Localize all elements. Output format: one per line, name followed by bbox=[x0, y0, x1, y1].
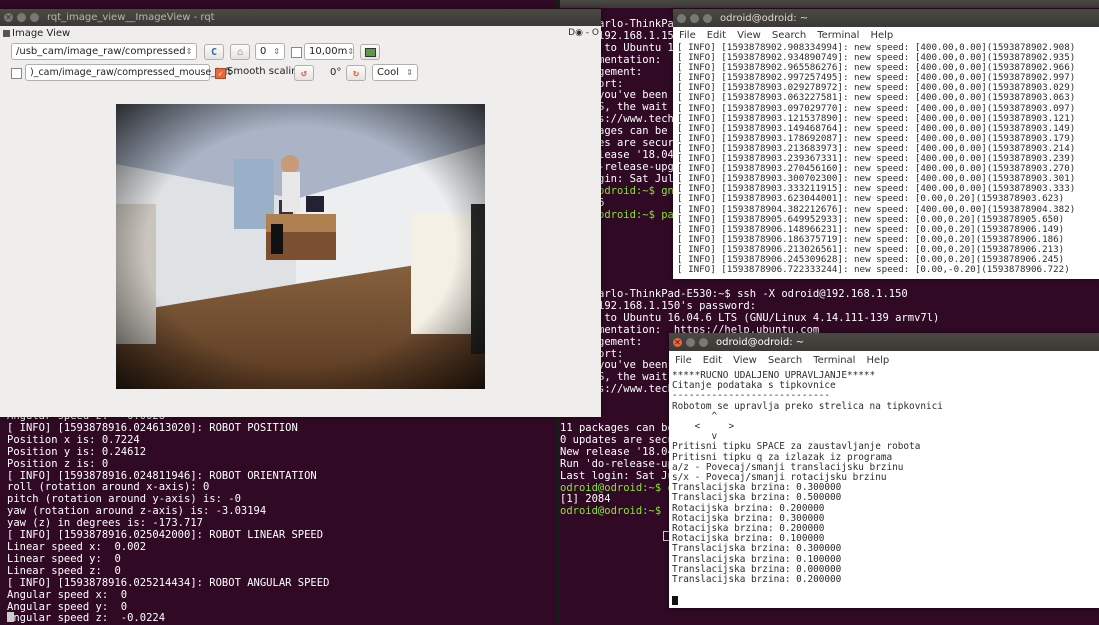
terminal-line: Linear speed y: 0 bbox=[7, 552, 121, 565]
menu-file[interactable]: File bbox=[679, 30, 696, 41]
close-icon[interactable]: ✕ bbox=[4, 13, 13, 22]
image-icon bbox=[364, 47, 376, 57]
panel-grip-icon bbox=[3, 29, 10, 37]
rqt-titlebar[interactable]: ✕ rqt_image_view__ImageView - rqt bbox=[0, 9, 601, 26]
colormap-select[interactable]: Cool ⇕ bbox=[372, 64, 418, 81]
menu-search[interactable]: Search bbox=[772, 30, 806, 41]
number-spinbox[interactable]: 0 ⇕ bbox=[255, 43, 285, 60]
spinner-arrows-icon: ⇕ bbox=[273, 47, 280, 56]
mouse-topic-input[interactable]: )_cam/image_raw/compressed_mouse_left bbox=[25, 64, 231, 81]
maximize-icon[interactable] bbox=[703, 13, 712, 23]
terminal-line: [ INFO] [1593878903.623044001]: new spee… bbox=[677, 193, 1065, 205]
fit-image-button[interactable] bbox=[360, 44, 380, 60]
terminal-line: odroid:~$ gn bbox=[598, 184, 674, 197]
minimize-icon[interactable] bbox=[17, 13, 26, 22]
odroid-top-menubar: File Edit View Search Terminal Help bbox=[673, 27, 1099, 43]
odroid-top-titlebar[interactable]: odroid@odroid: ~ bbox=[673, 9, 1099, 27]
terminal-cursor bbox=[672, 596, 678, 605]
menu-view[interactable]: View bbox=[737, 30, 761, 41]
camera-image[interactable] bbox=[116, 104, 485, 389]
odroid-terminal-top[interactable]: odroid@odroid: ~ File Edit View Search T… bbox=[673, 9, 1099, 279]
terminal-line: mentation: bbox=[598, 53, 662, 66]
panel-controls[interactable]: D◉ - O bbox=[568, 28, 599, 38]
terminal-line: -release-upg bbox=[598, 160, 674, 173]
odroid-bottom-output: *****RUCNO UDALJENO UPRAVLJANJE***** Cita… bbox=[672, 370, 943, 586]
menu-help[interactable]: Help bbox=[866, 355, 889, 366]
terminal-line: 6 bbox=[598, 196, 605, 209]
rqt-window-title: rqt_image_view__ImageView - rqt bbox=[47, 12, 215, 23]
menu-search[interactable]: Search bbox=[768, 355, 802, 366]
menu-help[interactable]: Help bbox=[870, 30, 893, 41]
menu-terminal[interactable]: Terminal bbox=[817, 30, 859, 41]
camera-image-scene bbox=[116, 104, 485, 389]
topic-select[interactable]: /usb_cam/image_raw/compressed ⇕ bbox=[11, 43, 197, 60]
menu-file[interactable]: File bbox=[675, 355, 692, 366]
mouse-publish-checkbox[interactable] bbox=[11, 68, 22, 79]
terminal-line: Position x is: 0.7224 bbox=[7, 433, 140, 446]
terminal-line: Angular speed x: 0 bbox=[7, 588, 128, 601]
terminal-line: gin: Sat Jul bbox=[598, 172, 674, 185]
toolbar-row-1: /usb_cam/image_raw/compressed ⇕ C ⌂ 0 ⇕ … bbox=[11, 43, 591, 61]
maximize-icon[interactable] bbox=[30, 13, 39, 22]
close-icon[interactable]: ✕ bbox=[673, 337, 682, 347]
odroid-top-title: odroid@odroid: ~ bbox=[720, 12, 809, 24]
terminal-line: Translacijska brzina: 0.200000 bbox=[672, 574, 842, 586]
terminal-line: Last login: Sat Ju bbox=[560, 469, 674, 482]
enable-checkbox[interactable] bbox=[291, 47, 302, 58]
terminal-line: [ INFO] [1593878906.722333244]: new spee… bbox=[677, 264, 1070, 276]
terminal-line: Position y is: 0.24612 bbox=[7, 445, 147, 458]
odroid-bottom-menubar: File Edit View Search Terminal Help bbox=[669, 351, 1099, 369]
rotation-value: 0° bbox=[330, 67, 342, 78]
menu-view[interactable]: View bbox=[733, 355, 757, 366]
save-image-button[interactable]: ⌂ bbox=[230, 44, 250, 60]
terminal-line: odroid:~$ pa bbox=[598, 208, 674, 221]
terminal-cursor bbox=[7, 612, 14, 622]
toolbar-row-2: )_cam/image_raw/compressed_mouse_left ✓ … bbox=[6, 64, 596, 82]
middle-terminal-output-bottom: 11 packages can be 0 updates are secu New … bbox=[560, 422, 674, 518]
panel-title: Image View bbox=[12, 27, 71, 39]
rotate-left-button[interactable]: ↺ bbox=[294, 65, 314, 81]
minimize-icon[interactable] bbox=[686, 337, 695, 347]
maximize-icon[interactable] bbox=[699, 337, 708, 347]
smooth-scaling-label: Smooth scaling bbox=[227, 66, 304, 77]
terminal-line: Position z is: 0 bbox=[7, 457, 109, 470]
terminal-line: [ INFO] [1593878916.025214434]: ROBOT AN… bbox=[7, 576, 330, 589]
refresh-button[interactable]: C bbox=[204, 44, 224, 60]
terminal-line: to Ubuntu 16.04.6 LTS (GNU/Linux 4.14.11… bbox=[598, 311, 940, 324]
spinner-arrows-icon: ⇕ bbox=[347, 47, 355, 56]
terminal-line: Angular speed z: -0.0224 bbox=[7, 612, 166, 625]
terminal-line: odroid@odroid:~$ bbox=[560, 505, 668, 518]
distance-spinbox[interactable]: 10,00m ⇕ bbox=[304, 43, 354, 60]
terminal-line: New release '18.04 bbox=[560, 445, 674, 458]
odroid-terminal-bottom[interactable]: ✕ odroid@odroid: ~ File Edit View Search… bbox=[669, 333, 1099, 608]
menu-edit[interactable]: Edit bbox=[703, 355, 722, 366]
smooth-scaling-checkbox[interactable]: ✓ bbox=[215, 68, 226, 79]
rotate-right-button[interactable]: ↻ bbox=[346, 65, 366, 81]
spinner-arrows-icon: ⇕ bbox=[406, 68, 413, 77]
minimize-icon[interactable] bbox=[690, 13, 699, 23]
close-icon[interactable] bbox=[677, 13, 686, 23]
left-terminal-output: Angular speed z: -0.0028[ INFO] [1593878… bbox=[7, 410, 330, 625]
middle-terminal-output-top: arlo-ThinkPa 192.168.1.15 to Ubuntu 1 ment… bbox=[598, 18, 674, 221]
middle-terminal-titlebar bbox=[560, 0, 1099, 8]
rqt-window[interactable]: ✕ rqt_image_view__ImageView - rqt Image … bbox=[0, 9, 601, 417]
menu-edit[interactable]: Edit bbox=[707, 30, 726, 41]
terminal-line: Run 'do-release-up bbox=[560, 457, 674, 470]
spinner-arrows-icon: ⇕ bbox=[185, 47, 193, 56]
terminal-line: Linear speed z: 0 bbox=[7, 564, 121, 577]
menu-terminal[interactable]: Terminal bbox=[813, 355, 855, 366]
terminal-line: to Ubuntu 1 bbox=[598, 41, 674, 54]
terminal-line: gement: bbox=[598, 65, 643, 78]
odroid-bottom-title: odroid@odroid: ~ bbox=[716, 336, 805, 348]
odroid-bottom-titlebar[interactable]: ✕ odroid@odroid: ~ bbox=[669, 333, 1099, 351]
odroid-top-output: [ INFO] [1593878902.908334994]: new spee… bbox=[677, 42, 1075, 276]
image-view-panel-header: Image View D◉ - O bbox=[0, 26, 601, 40]
